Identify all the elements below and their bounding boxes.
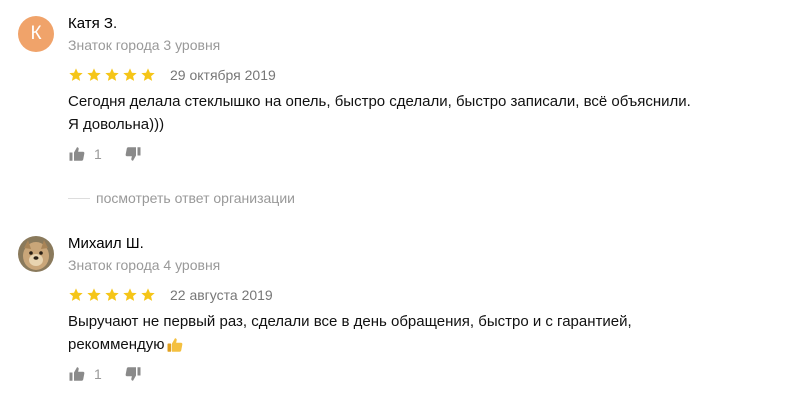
review-text-line-2: рекоммендую xyxy=(68,333,768,356)
review-text-line: Сегодня делала стеклышко на опель, быстр… xyxy=(68,93,691,110)
avatar[interactable] xyxy=(18,236,54,272)
review-actions: 1 xyxy=(68,365,164,383)
rating-row: 29 октября 2019 xyxy=(68,67,276,83)
divider xyxy=(68,197,90,199)
thumbs-down-icon xyxy=(125,367,141,381)
review-text-line: Выручают не первый раз, сделали все в де… xyxy=(68,313,632,330)
star-icon xyxy=(105,288,119,301)
thumbs-up-emoji-icon xyxy=(167,337,182,352)
star-rating xyxy=(68,287,156,303)
star-icon xyxy=(69,288,83,301)
author-level: Знаток города 3 уровня xyxy=(68,37,221,53)
org-answer-text: посмотреть ответ организации xyxy=(96,190,295,206)
thumbs-up-icon xyxy=(69,367,85,381)
star-rating xyxy=(68,67,156,83)
org-answer-link[interactable]: посмотреть ответ организации xyxy=(68,190,295,206)
review-text-line: Я довольна))) xyxy=(68,116,165,133)
thumbs-down-icon xyxy=(125,147,141,161)
avatar-letter: К xyxy=(30,23,42,44)
reviews-list: К Катя З. Знаток города 3 уровня 29 октя… xyxy=(0,0,799,403)
author-level: Знаток города 4 уровня xyxy=(68,257,221,273)
like-count: 1 xyxy=(94,146,102,162)
dislike-button[interactable] xyxy=(124,365,142,383)
dislike-button[interactable] xyxy=(124,145,142,163)
star-icon xyxy=(87,68,101,81)
avatar[interactable]: К xyxy=(18,16,54,52)
review-text-line: рекоммендую xyxy=(68,336,165,353)
star-icon xyxy=(105,68,119,81)
rating-row: 22 августа 2019 xyxy=(68,287,273,303)
like-button[interactable]: 1 xyxy=(68,145,102,163)
star-icon xyxy=(123,288,137,301)
thumbs-up-icon xyxy=(69,147,85,161)
review-text: Выручают не первый раз, сделали все в де… xyxy=(68,310,768,356)
author-name[interactable]: Катя З. xyxy=(68,15,117,32)
review-date: 29 октября 2019 xyxy=(170,67,276,83)
review-actions: 1 xyxy=(68,145,164,163)
star-icon xyxy=(141,68,155,81)
review-date: 22 августа 2019 xyxy=(170,287,273,303)
like-button[interactable]: 1 xyxy=(68,365,102,383)
dog-photo-icon xyxy=(18,236,54,272)
star-icon xyxy=(123,68,137,81)
star-icon xyxy=(69,68,83,81)
like-count: 1 xyxy=(94,366,102,382)
review-text: Сегодня делала стеклышко на опель, быстр… xyxy=(68,90,768,136)
author-name[interactable]: Михаил Ш. xyxy=(68,235,144,252)
star-icon xyxy=(141,288,155,301)
star-icon xyxy=(87,288,101,301)
